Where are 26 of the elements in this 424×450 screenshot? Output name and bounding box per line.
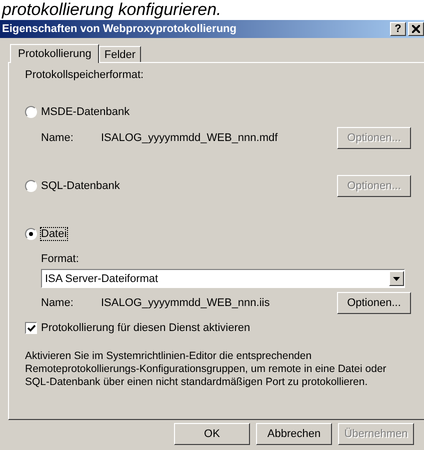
help-button[interactable]: ? bbox=[390, 22, 406, 36]
radio-button[interactable] bbox=[25, 228, 37, 240]
format-dropdown[interactable]: ISA Server-Dateiformat bbox=[41, 269, 405, 288]
dialog-button[interactable]: OK bbox=[174, 423, 250, 445]
tab[interactable]: Felder bbox=[99, 46, 141, 62]
radio-label[interactable]: SQL-Datenbank bbox=[41, 180, 120, 192]
tab[interactable]: Protokollierung bbox=[10, 44, 100, 63]
radio-button[interactable] bbox=[25, 180, 37, 192]
section-label: Protokollspeicherformat: bbox=[25, 69, 145, 81]
name-label: Name: bbox=[41, 132, 74, 144]
radio-label[interactable]: MSDE-Datenbank bbox=[41, 106, 130, 118]
dialog-button[interactable]: Abbrechen bbox=[256, 423, 332, 445]
window-title: Eigenschaften von Webproxyprotokollierung bbox=[2, 23, 238, 35]
close-button[interactable] bbox=[408, 22, 424, 36]
format-label: Format: bbox=[41, 253, 80, 265]
checkbox[interactable] bbox=[25, 322, 37, 334]
file-name: ISALOG_yyyymmdd_WEB_nnn.iis bbox=[101, 297, 270, 309]
name-label: Name: bbox=[41, 297, 74, 309]
close-icon[interactable] bbox=[412, 25, 420, 33]
file-name: ISALOG_yyyymmdd_WEB_nnn.mdf bbox=[101, 132, 278, 144]
options-button[interactable]: Optionen... bbox=[337, 292, 411, 314]
radio-label[interactable]: Datei bbox=[41, 228, 67, 240]
info-text: Aktivieren Sie im Systemrichtlinien-Editor die entsprechenden Remoteprotokollierungs-Konfigurationsgruppen, um remote in eine Datei oder SQL-Datenbank über einen nicht standardmäßigen Port zu protokollieren. bbox=[25, 350, 388, 389]
page-heading: protokollierung konfigurieren. bbox=[2, 0, 222, 20]
radio-button[interactable] bbox=[25, 106, 37, 118]
checkbox-label[interactable]: Protokollierung für diesen Dienst aktivieren bbox=[41, 322, 250, 334]
